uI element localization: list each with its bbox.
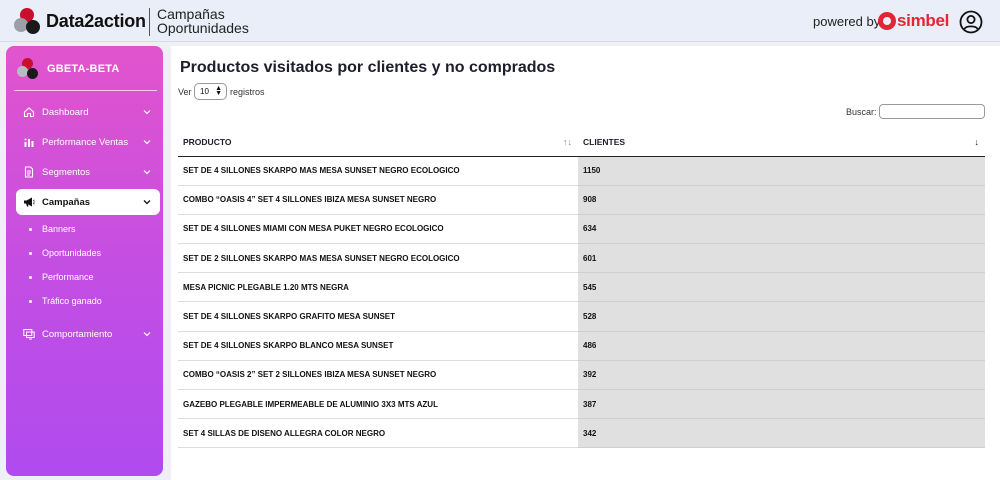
- sort-both-icon: ↑↓: [563, 137, 572, 147]
- product-cell: SET DE 4 SILLONES SKARPO GRAFITO MESA SU…: [178, 301, 578, 332]
- product-cell: SET 4 SILLAS DE DISENO ALLEGRA COLOR NEG…: [178, 418, 578, 449]
- length-suffix-label: registros: [230, 87, 265, 97]
- user-account-icon[interactable]: [959, 10, 983, 34]
- monitor-icon: [23, 329, 35, 340]
- sidebar-item-label: Segmentos: [42, 166, 91, 178]
- table-header-row: PRODUCTO ↑↓ CLIENTES ↓: [178, 128, 985, 157]
- clients-cell: 392: [578, 360, 985, 391]
- table-row: SET 4 SILLAS DE DISENO ALLEGRA COLOR NEG…: [178, 418, 985, 449]
- chevron-down-icon: [143, 110, 151, 115]
- column-header-label: PRODUCTO: [183, 136, 232, 147]
- workspace-name[interactable]: GBETA-BETA: [47, 63, 119, 75]
- products-table: PRODUCTO ↑↓ CLIENTES ↓ SET DE 4 SILLONES…: [178, 128, 985, 449]
- clients-cell: 342: [578, 418, 985, 449]
- brand-name[interactable]: Data2action: [46, 11, 146, 32]
- product-cell: SET DE 4 SILLONES MIAMI CON MESA PUKET N…: [178, 214, 578, 245]
- column-header-label: CLIENTES: [583, 136, 626, 147]
- sidebar-item-label: Campañas: [42, 196, 91, 208]
- sidebar-item-campanas[interactable]: Campañas: [16, 189, 160, 215]
- home-icon: [23, 107, 35, 118]
- product-cell: MESA PICNIC PLEGABLE 1.20 MTS NEGRA: [178, 272, 578, 303]
- top-header: Data2action Campañas Oportunidades power…: [0, 0, 1000, 42]
- page-title: Productos visitados por clientes y no co…: [180, 59, 556, 76]
- sidebar-subitem-label: Banners: [42, 224, 76, 234]
- sort-desc-icon: ↓: [974, 137, 980, 147]
- page-length-select[interactable]: 10 ▲ ▼: [194, 83, 227, 100]
- clients-cell: 486: [578, 331, 985, 361]
- table-row: GAZEBO PLEGABLE IMPERMEABLE DE ALUMINIO …: [178, 389, 985, 420]
- megaphone-icon: [24, 197, 35, 207]
- sidebar-subitem-oportunidades[interactable]: Oportunidades: [28, 248, 102, 258]
- table-row: SET DE 4 SILLONES SKARPO BLANCO MESA SUN…: [178, 331, 985, 361]
- table-row: MESA PICNIC PLEGABLE 1.20 MTS NEGRA 545: [178, 272, 985, 303]
- sidebar-subitem-performance[interactable]: Performance: [29, 272, 94, 282]
- clients-cell: 387: [578, 389, 985, 420]
- sidebar-subitem-banners[interactable]: Banners: [29, 224, 76, 234]
- table-row: COMBO “OASIS 4” SET 4 SILLONES IBIZA MES…: [178, 185, 985, 215]
- product-cell: COMBO “OASIS 4” SET 4 SILLONES IBIZA MES…: [178, 185, 578, 215]
- column-header-clientes[interactable]: CLIENTES ↓: [578, 128, 985, 157]
- simbel-logo-icon: [878, 12, 896, 30]
- clients-cell: 1150: [578, 156, 985, 186]
- sidebar-item-label: Comportamiento: [42, 328, 113, 340]
- chevron-down-icon: [143, 200, 151, 205]
- search-input[interactable]: [879, 104, 985, 119]
- partner-name: simbel: [897, 11, 950, 30]
- main-panel: Productos visitados por clientes y no co…: [171, 46, 1000, 480]
- product-cell: GAZEBO PLEGABLE IMPERMEABLE DE ALUMINIO …: [178, 389, 578, 420]
- header-divider: [149, 8, 150, 36]
- select-arrows-icon: ▲ ▼: [215, 85, 222, 97]
- section-subtitle: Oportunidades: [157, 20, 249, 36]
- sidebar-subitem-label: Oportunidades: [42, 248, 102, 258]
- document-icon: [24, 166, 34, 178]
- bar-chart-icon: [24, 138, 34, 147]
- sidebar-subitem-label: Performance: [42, 272, 94, 282]
- table-row: SET DE 4 SILLONES MIAMI CON MESA PUKET N…: [178, 214, 985, 245]
- sidebar-subitem-trafico-ganado[interactable]: Tráfico ganado: [29, 296, 102, 306]
- powered-by-label: powered by: [813, 14, 881, 29]
- clients-cell: 545: [578, 272, 985, 303]
- clients-cell: 634: [578, 214, 985, 245]
- sidebar-item-label: Dashboard: [42, 106, 89, 118]
- sidebar-divider: [14, 90, 157, 91]
- brand-logo-icon: [14, 8, 42, 36]
- table-row: SET DE 4 SILLONES SKARPO GRAFITO MESA SU…: [178, 301, 985, 332]
- clients-cell: 528: [578, 301, 985, 332]
- workspace-logo-icon: [17, 58, 39, 80]
- chevron-down-icon: [143, 332, 151, 337]
- table-row: SET DE 2 SILLONES SKARPO MAS MESA SUNSET…: [178, 243, 985, 274]
- clients-cell: 908: [578, 185, 985, 215]
- sidebar-item-performance-ventas[interactable]: Performance Ventas: [16, 129, 160, 155]
- sidebar-item-dashboard[interactable]: Dashboard: [16, 99, 160, 125]
- chevron-down-icon: [143, 170, 151, 175]
- length-prefix-label: Ver: [178, 87, 192, 97]
- product-cell: SET DE 4 SILLONES SKARPO MAS MESA SUNSET…: [178, 156, 578, 186]
- search-label: Buscar:: [846, 107, 877, 117]
- sidebar-subitem-label: Tráfico ganado: [42, 296, 102, 306]
- clients-cell: 601: [578, 243, 985, 274]
- sidebar-item-segmentos[interactable]: Segmentos: [16, 159, 160, 185]
- table-row: COMBO “OASIS 2” SET 2 SILLONES IBIZA MES…: [178, 360, 985, 391]
- table-row: SET DE 4 SILLONES SKARPO MAS MESA SUNSET…: [178, 156, 985, 186]
- sidebar-item-comportamiento[interactable]: Comportamiento: [16, 321, 160, 347]
- product-cell: SET DE 2 SILLONES SKARPO MAS MESA SUNSET…: [178, 243, 578, 274]
- page-length-value: 10: [200, 87, 209, 96]
- chevron-down-icon: [143, 140, 151, 145]
- product-cell: SET DE 4 SILLONES SKARPO BLANCO MESA SUN…: [178, 331, 578, 361]
- column-header-producto[interactable]: PRODUCTO ↑↓: [178, 128, 578, 157]
- sidebar: GBETA-BETA Dashboard Performance Ventas …: [6, 46, 163, 476]
- product-cell: COMBO “OASIS 2” SET 2 SILLONES IBIZA MES…: [178, 360, 578, 391]
- sidebar-item-label: Performance Ventas: [42, 136, 129, 148]
